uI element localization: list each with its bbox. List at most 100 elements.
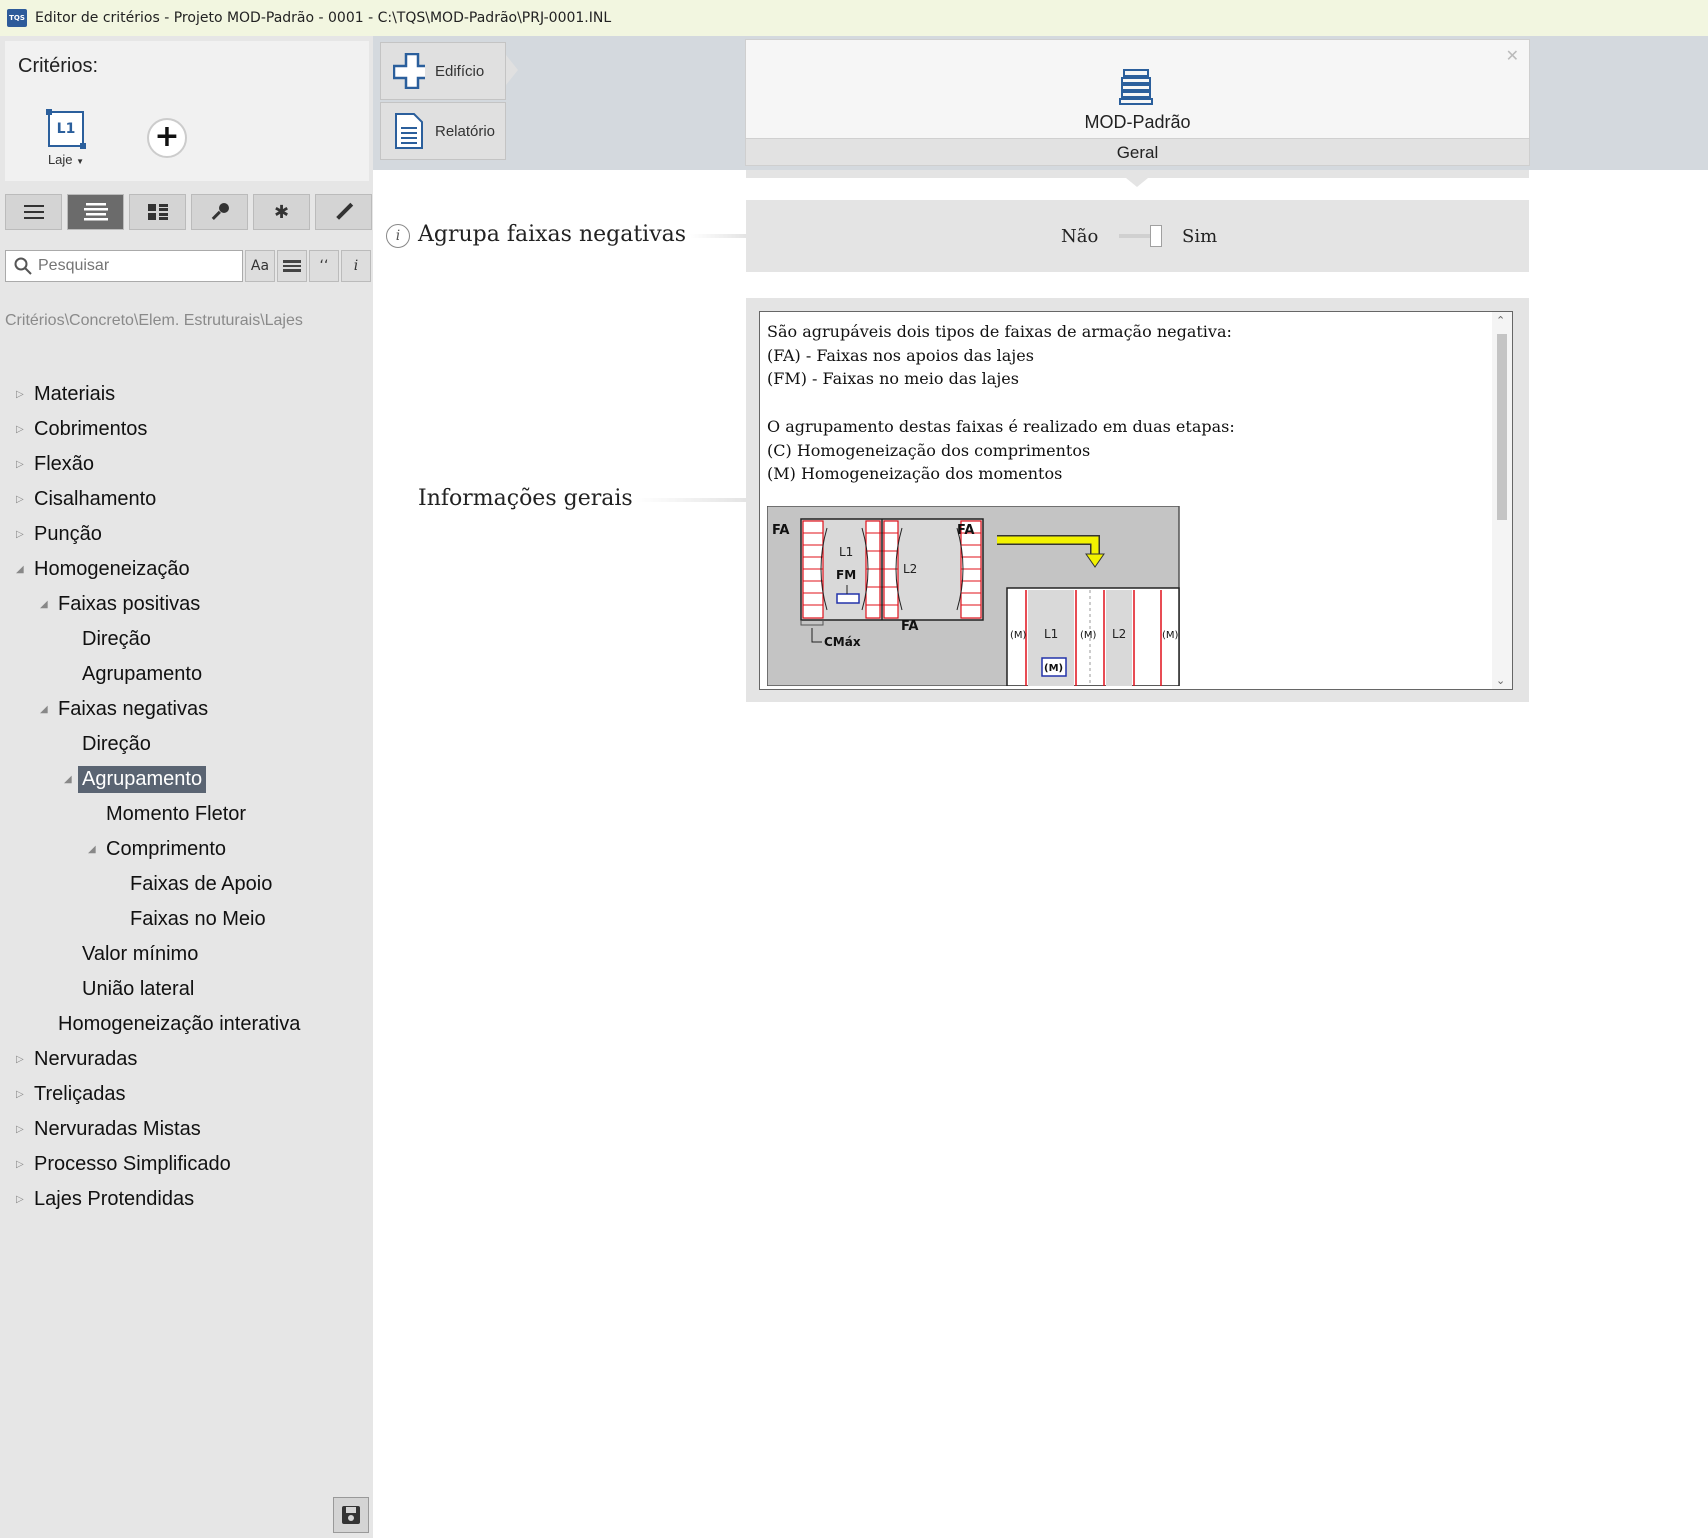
title-bar: TQS Editor de critérios - Projeto MOD-Pa… bbox=[0, 0, 1708, 36]
toggle-on-label[interactable]: Sim bbox=[1182, 226, 1217, 247]
laje-selector-button[interactable]: L1 Laje ▼ bbox=[41, 109, 91, 167]
criteria-title: Critérios: bbox=[18, 55, 99, 77]
asterisk-icon: ✱ bbox=[273, 201, 290, 223]
grid-view-button[interactable] bbox=[129, 194, 186, 230]
criterion-label: Agrupa faixas negativas bbox=[418, 222, 687, 247]
tree-collapsed-icon[interactable]: ▷ bbox=[16, 1089, 24, 1100]
tree-collapsed-icon[interactable]: ▷ bbox=[16, 529, 24, 540]
toggle-off-label[interactable]: Não bbox=[1061, 226, 1098, 247]
match-case-button[interactable]: Aa bbox=[245, 250, 275, 282]
negative-strip-diagram: L1 FM L2 FA FA FA CMáx (M) L1 (M) L2 (M)… bbox=[767, 506, 1180, 686]
info-line: O agrupamento destas faixas é realizado … bbox=[767, 416, 1235, 436]
tree-item-label: Faixas positivas bbox=[58, 593, 201, 615]
tree-item-label: Nervuradas bbox=[34, 1048, 138, 1070]
tree-item-label: Direção bbox=[82, 628, 151, 650]
plus-icon: + bbox=[154, 119, 180, 154]
filter-lines-button[interactable] bbox=[277, 250, 307, 282]
info-icon[interactable]: i bbox=[386, 224, 410, 248]
tree-item-label: Faixas no Meio bbox=[130, 908, 266, 930]
general-info-label: Informações gerais bbox=[418, 486, 633, 511]
tree-item[interactable]: ▷ Punção bbox=[0, 517, 373, 552]
toggle-thumb[interactable] bbox=[1150, 225, 1162, 247]
tqs-app-icon: TQS bbox=[7, 9, 27, 27]
edificio-button[interactable]: Edifício bbox=[380, 42, 506, 100]
tree-item-label: Punção bbox=[34, 523, 102, 545]
tree-expanded-icon[interactable]: ◢ bbox=[88, 844, 96, 855]
tree-item-label: Direção bbox=[82, 733, 151, 755]
tree-collapsed-icon[interactable]: ▷ bbox=[16, 424, 24, 435]
tree-item[interactable]: Momento Fletor bbox=[0, 797, 373, 832]
tree-collapsed-icon[interactable]: ▷ bbox=[16, 494, 24, 505]
chevron-up-icon[interactable]: ⌃ bbox=[1496, 314, 1505, 327]
list-view-button[interactable] bbox=[5, 194, 62, 230]
asterisk-button[interactable]: ✱ bbox=[253, 194, 310, 230]
window-title: Editor de critérios - Projeto MOD-Padrão… bbox=[35, 10, 612, 26]
info-text: São agrupáveis dois tipos de faixas de a… bbox=[767, 320, 1467, 486]
tree-item-label: União lateral bbox=[82, 978, 195, 1000]
add-criteria-button[interactable]: + bbox=[147, 118, 187, 158]
save-button[interactable] bbox=[333, 1497, 369, 1533]
tree-item[interactable]: ▷ Flexão bbox=[0, 447, 373, 482]
tree-item-label: Flexão bbox=[34, 453, 95, 475]
diagram-label-m-3: (M) bbox=[1162, 630, 1179, 641]
tree-expanded-icon[interactable]: ◢ bbox=[64, 774, 72, 785]
tree-item[interactable]: ▷ Treliçadas bbox=[0, 1077, 373, 1112]
tab-geral[interactable]: Geral bbox=[746, 138, 1529, 165]
pencil-button[interactable] bbox=[315, 194, 372, 230]
scroll-thumb[interactable] bbox=[1497, 334, 1507, 520]
key-button[interactable] bbox=[191, 194, 248, 230]
tree-item[interactable]: União lateral bbox=[0, 972, 373, 1007]
quote-button[interactable]: ‘‘ bbox=[309, 250, 339, 282]
tree-item-label: Treliçadas bbox=[34, 1083, 126, 1105]
info-scrollbar[interactable]: ⌃ ⌄ bbox=[1492, 312, 1512, 689]
tree-item[interactable]: ◢ Faixas positivas bbox=[0, 587, 373, 622]
info-search-button[interactable]: i bbox=[341, 250, 371, 282]
tree-item[interactable]: ▷ Cobrimentos bbox=[0, 412, 373, 447]
tree-item-label: Cisalhamento bbox=[34, 488, 157, 510]
tree-item[interactable]: Direção bbox=[0, 727, 373, 762]
tree-expanded-icon[interactable]: ◢ bbox=[40, 599, 48, 610]
tree-item[interactable]: ▷ Lajes Protendidas bbox=[0, 1182, 373, 1217]
relatorio-button[interactable]: Relatório bbox=[380, 102, 506, 160]
tree-item[interactable]: ▷ Cisalhamento bbox=[0, 482, 373, 517]
tree-collapsed-icon[interactable]: ▷ bbox=[16, 1194, 24, 1205]
criteria-tree: ▷ Materiais ▷ Cobrimentos ▷ Flexão ▷ Cisalhamen… bbox=[0, 377, 373, 1217]
diagram-label-fa-right: FA bbox=[957, 523, 974, 538]
tree-item[interactable]: Homogeneização interativa bbox=[0, 1007, 373, 1042]
tree-item[interactable]: ◢ Agrupamento bbox=[0, 762, 373, 797]
tree-item-label: Homogeneização bbox=[34, 558, 190, 580]
close-icon[interactable]: ✕ bbox=[1506, 46, 1519, 65]
chevron-down-icon[interactable]: ⌄ bbox=[1496, 674, 1505, 687]
tree-item[interactable]: ▷ Processo Simplificado bbox=[0, 1147, 373, 1182]
tree-collapsed-icon[interactable]: ▷ bbox=[16, 1054, 24, 1065]
tree-item[interactable]: Valor mínimo bbox=[0, 937, 373, 972]
tree-item[interactable]: Direção bbox=[0, 622, 373, 657]
info-textbox[interactable]: São agrupáveis dois tipos de faixas de a… bbox=[759, 311, 1513, 690]
list-view-icon bbox=[23, 205, 44, 219]
grid-view-icon bbox=[147, 204, 168, 220]
tree-collapsed-icon[interactable]: ▷ bbox=[16, 1159, 24, 1170]
tree-item[interactable]: Faixas no Meio bbox=[0, 902, 373, 937]
tree-item[interactable]: ▷ Materiais bbox=[0, 377, 373, 412]
criterion-toggle-panel: Não Sim bbox=[746, 200, 1529, 272]
tree-item-label: Agrupamento bbox=[82, 663, 203, 685]
tree-item-label: Nervuradas Mistas bbox=[34, 1118, 201, 1140]
search-box[interactable] bbox=[5, 250, 243, 282]
tree-collapsed-icon[interactable]: ▷ bbox=[16, 459, 24, 470]
tree-item[interactable]: ▷ Nervuradas bbox=[0, 1042, 373, 1077]
search-input[interactable] bbox=[38, 257, 238, 275]
tree-item[interactable]: ▷ Nervuradas Mistas bbox=[0, 1112, 373, 1147]
tree-item[interactable]: ◢ Faixas negativas bbox=[0, 692, 373, 727]
breadcrumb: Critérios\Concreto\Elem. Estruturais\Laj… bbox=[5, 312, 303, 329]
tree-item[interactable]: Agrupamento bbox=[0, 657, 373, 692]
diagram-label-l2: L2 bbox=[903, 562, 917, 576]
tree-collapsed-icon[interactable]: ▷ bbox=[16, 389, 24, 400]
tree-item[interactable]: Faixas de Apoio bbox=[0, 867, 373, 902]
edificio-arrow bbox=[506, 55, 518, 85]
tree-item[interactable]: ◢ Comprimento bbox=[0, 832, 373, 867]
tree-collapsed-icon[interactable]: ▷ bbox=[16, 1124, 24, 1135]
tree-item[interactable]: ◢ Homogeneização bbox=[0, 552, 373, 587]
tree-expanded-icon[interactable]: ◢ bbox=[16, 564, 24, 575]
indented-view-button[interactable] bbox=[67, 194, 124, 230]
tree-expanded-icon[interactable]: ◢ bbox=[40, 704, 48, 715]
